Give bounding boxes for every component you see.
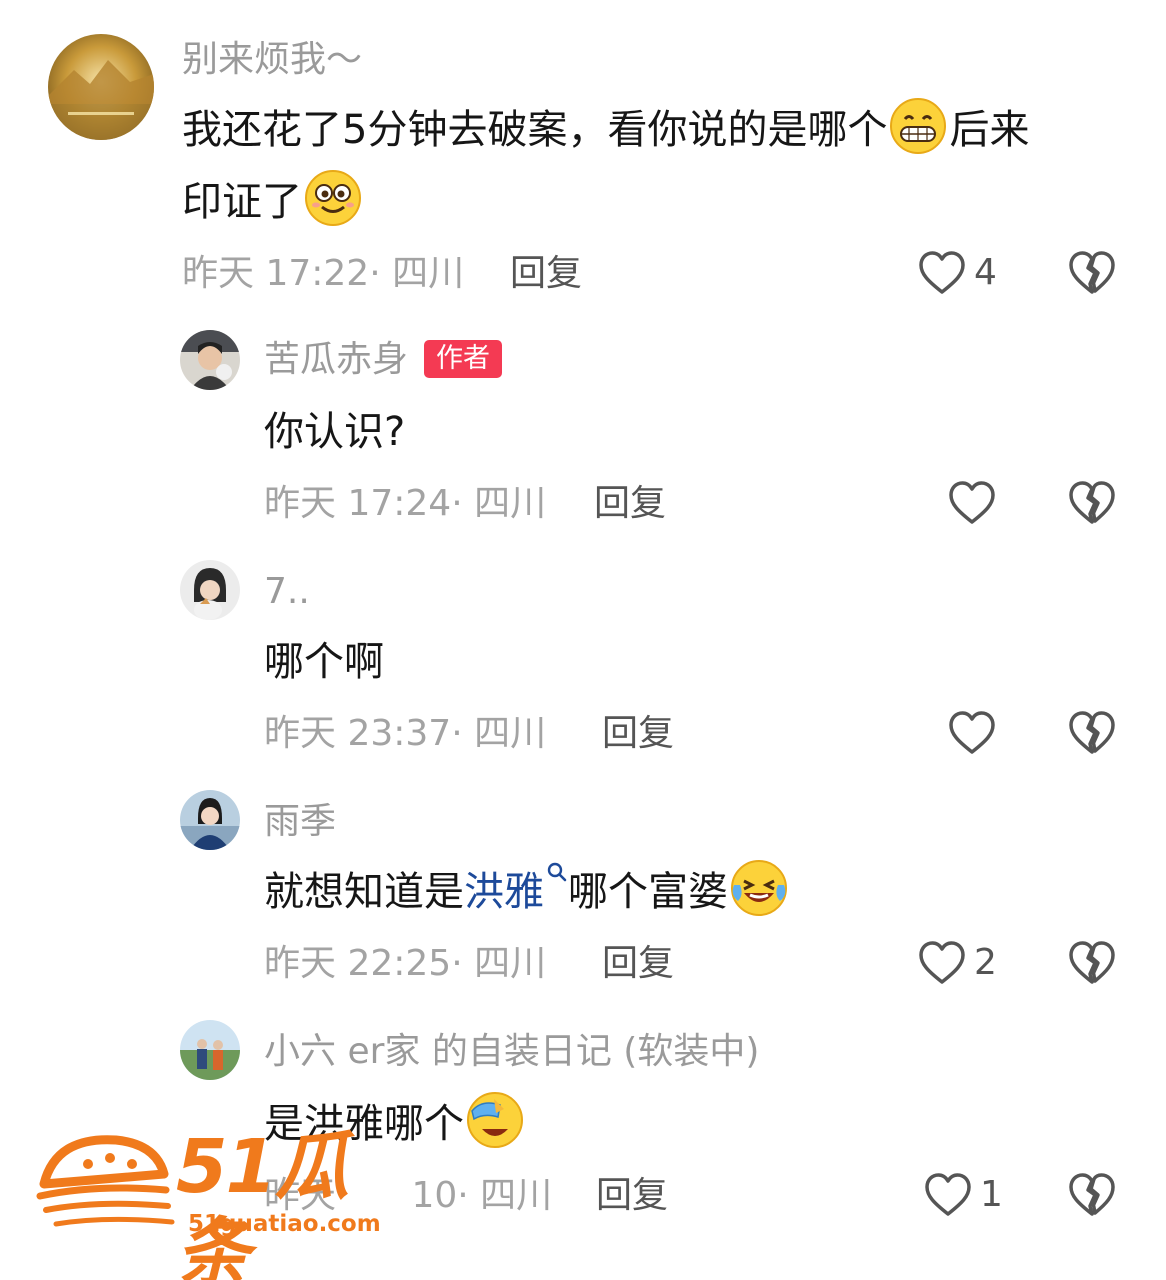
- broken-heart-icon: [1069, 941, 1115, 984]
- reply-button[interactable]: 回复: [596, 1174, 668, 1218]
- search-link[interactable]: 洪雅: [464, 869, 544, 915]
- watermark-brand: 51瓜条: [176, 1124, 349, 1280]
- avatar[interactable]: [180, 330, 240, 390]
- avatar[interactable]: [180, 1020, 240, 1080]
- reply-button[interactable]: 回复: [602, 942, 674, 986]
- crying-laughing-emoji-icon: [731, 860, 787, 916]
- search-icon[interactable]: [546, 861, 568, 883]
- comment-meta: 昨天 23:37· 四川: [264, 713, 547, 754]
- heart-outline-icon: [919, 251, 965, 294]
- comment-meta-location: 10· 四川: [411, 1175, 553, 1216]
- grin-emoji-icon: [890, 98, 947, 154]
- broken-heart-icon: [1069, 1173, 1115, 1216]
- comment-text: 你认识?: [264, 409, 406, 455]
- watermelon-icon: [36, 1135, 175, 1227]
- comment-text-part: 印证了: [182, 179, 302, 225]
- heart-outline-icon: [949, 481, 995, 524]
- broken-heart-icon: [1069, 711, 1115, 754]
- comment-thread: 别来烦我～ 我还花了5分钟去破案，看你说的是哪个 后来 印证了 昨天 17:22·…: [0, 0, 1166, 1280]
- dislike-button[interactable]: [1068, 250, 1116, 300]
- dislike-button[interactable]: [1068, 710, 1116, 760]
- like-count: 1: [980, 1174, 1003, 1215]
- comment-text-part: 就想知道是: [264, 869, 464, 915]
- broken-heart-icon: [1069, 251, 1115, 294]
- comment-username[interactable]: 小六 er家 的自装日记 (软装中): [264, 1030, 759, 1074]
- comment-meta: 昨天 17:22· 四川: [182, 253, 465, 294]
- heart-outline-icon: [919, 941, 965, 984]
- dislike-button[interactable]: [1068, 480, 1116, 530]
- dislike-button[interactable]: [1068, 1172, 1116, 1222]
- avatar[interactable]: [180, 790, 240, 850]
- comment-username[interactable]: 7..: [264, 570, 310, 614]
- avatar[interactable]: [48, 34, 154, 140]
- smile-emoji-icon: [305, 170, 361, 226]
- heart-outline-icon: [949, 711, 995, 754]
- comment-text: 哪个啊: [264, 639, 384, 685]
- like-button[interactable]: 2: [918, 940, 997, 986]
- author-badge: 作者: [424, 340, 503, 378]
- comment-text: 就想知道是洪雅 哪个富婆: [264, 856, 790, 928]
- comment-meta: 昨天 17:24· 四川: [264, 483, 547, 524]
- like-button[interactable]: [948, 480, 996, 526]
- watermark-logo: 51瓜条 51guatiao.com: [36, 1120, 416, 1280]
- comment-text-part: 我还花了5分钟去破案，看你说的是哪个: [182, 107, 888, 153]
- heart-outline-icon: [925, 1173, 971, 1216]
- comment-username-label: 苦瓜赤身: [264, 339, 409, 380]
- avatar[interactable]: [180, 560, 240, 620]
- comment-username[interactable]: 别来烦我～: [182, 38, 362, 82]
- reply-button[interactable]: 回复: [510, 252, 582, 296]
- like-count: 4: [974, 252, 997, 293]
- like-count: 2: [974, 942, 997, 983]
- comment-username[interactable]: 雨季: [264, 800, 336, 844]
- comment-text-part: 哪个富婆: [568, 869, 728, 915]
- broken-heart-icon: [1069, 481, 1115, 524]
- dislike-button[interactable]: [1068, 940, 1116, 990]
- reply-button[interactable]: 回复: [594, 482, 666, 526]
- facepalm-emoji-icon: [467, 1092, 523, 1148]
- like-button[interactable]: 4: [918, 250, 997, 296]
- comment-text-part: 后来: [949, 107, 1030, 153]
- like-button[interactable]: [948, 710, 996, 756]
- reply-button[interactable]: 回复: [602, 712, 674, 756]
- comment-username[interactable]: 苦瓜赤身 作者: [264, 338, 503, 382]
- comment-meta: 昨天 22:25· 四川: [264, 943, 547, 984]
- watermark-url: 51guatiao.com: [188, 1211, 381, 1237]
- comment-text: 我还花了5分钟去破案，看你说的是哪个 后来 印证了: [182, 94, 1132, 238]
- like-button[interactable]: 1: [924, 1172, 1003, 1218]
